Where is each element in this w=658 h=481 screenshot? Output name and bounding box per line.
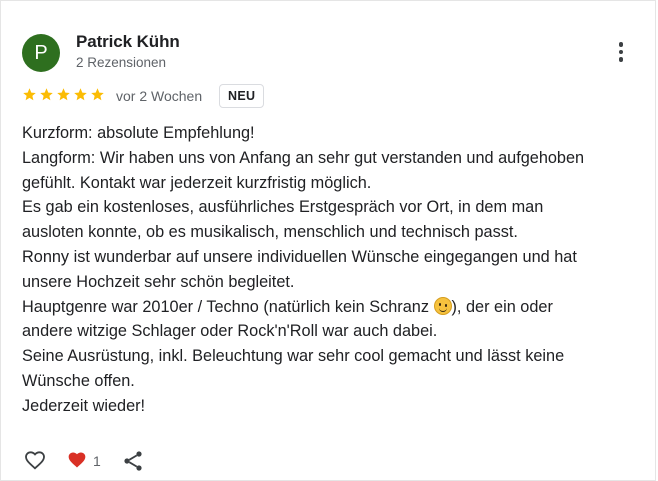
- star-rating: [22, 87, 105, 102]
- review-line: Es gab ein kostenloses, ausführliches Er…: [22, 198, 544, 217]
- wink-emoji: [433, 296, 452, 315]
- star-icon: [91, 88, 104, 101]
- review-line: ausloten konnte, ob es musikalisch, mens…: [22, 223, 518, 242]
- avatar[interactable]: P: [22, 34, 60, 72]
- star-icon: [74, 88, 87, 101]
- review-time: vor 2 Wochen: [116, 88, 203, 104]
- review-line-part: Hauptgenre war 2010er / Techno (natürlic…: [22, 297, 429, 316]
- review-card: P Patrick Kühn 2 Rezensionen vor 2 Woche…: [0, 0, 656, 481]
- review-line: Wünsche offen.: [22, 371, 135, 390]
- review-line-part: ), der ein oder: [451, 297, 553, 316]
- review-line: Kurzform: absolute Empfehlung!: [22, 124, 255, 142]
- like-button[interactable]: [22, 448, 48, 472]
- review-text: Kurzform: absolute Empfehlung! Langform:…: [22, 121, 642, 419]
- review-line: Hauptgenre war 2010er / Techno (natürlic…: [22, 295, 642, 320]
- like-count: 1: [93, 453, 101, 469]
- heart-outline-icon: [25, 451, 45, 470]
- review-line: andere witzige Schlager oder Rock'n'Roll…: [22, 322, 438, 341]
- share-button[interactable]: [121, 449, 145, 473]
- author-name[interactable]: Patrick Kühn: [76, 32, 180, 52]
- reaction-heart[interactable]: [66, 450, 88, 470]
- review-line: Seine Ausrüstung, inkl. Beleuchtung war …: [22, 347, 565, 366]
- review-line: Ronny ist wunderbar auf unsere individue…: [22, 247, 577, 266]
- review-count: 2 Rezensionen: [76, 55, 167, 70]
- review-line: Langform: Wir haben uns von Anfang an se…: [22, 148, 585, 167]
- review-line: unsere Hochzeit sehr schön begleitet.: [22, 272, 295, 291]
- review-line: gefühlt. Kontakt war jederzeit kurzfrist…: [22, 173, 372, 192]
- star-icon: [40, 88, 53, 101]
- heart-filled-icon: [68, 452, 86, 468]
- more-vert-icon[interactable]: [611, 39, 631, 65]
- new-badge: NEU: [219, 84, 265, 108]
- review-line: Jederzeit wieder!: [22, 396, 146, 415]
- star-icon: [57, 88, 70, 101]
- star-icon: [23, 88, 36, 101]
- share-icon: [124, 451, 142, 471]
